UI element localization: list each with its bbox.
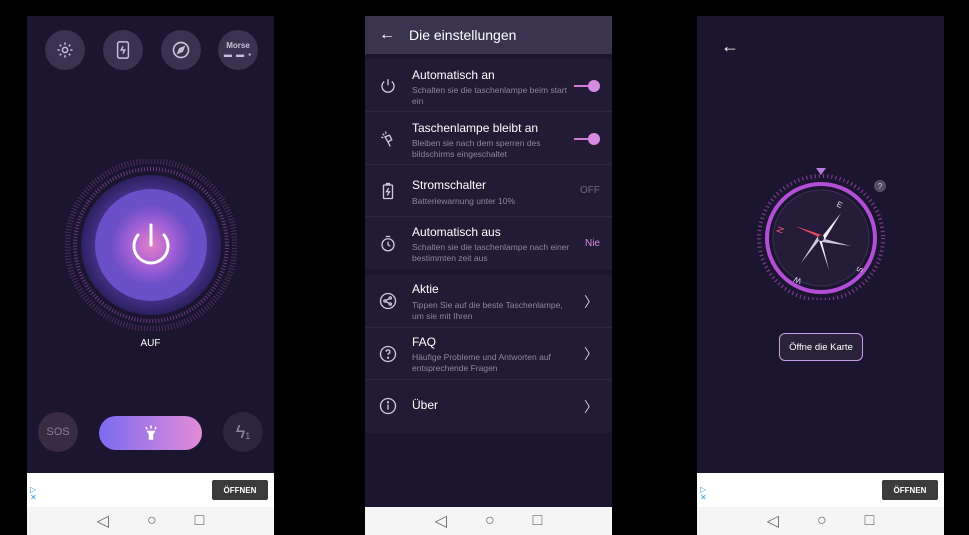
setting-share[interactable]: Aktie Tippen Sie auf die beste Taschenla…: [365, 275, 612, 328]
settings-screen: ← Die einstellungen Automatisch an Schal…: [365, 16, 612, 535]
share-icon: [379, 292, 397, 310]
android-navbar: ◁ ○ □: [697, 507, 944, 535]
flashlight-screen: Morse ▬ ▬ ▪ AUF SOS ϟ 1 ▷ ✕ ÖFFNEN ◁ ○ □: [27, 16, 274, 535]
setting-value-off: OFF: [580, 185, 600, 196]
help-button[interactable]: ?: [874, 180, 886, 192]
keep-on-toggle[interactable]: [574, 133, 600, 145]
page-title: Die einstellungen: [409, 27, 517, 43]
compass-screen: ← N E S W ? Öffne die Karte ▷ ✕ ÖFFNEN ◁…: [697, 16, 944, 535]
nav-home-icon[interactable]: ○: [485, 512, 495, 530]
chevron-right-icon: 〉: [584, 294, 598, 310]
flashlight-button[interactable]: [99, 416, 202, 450]
chevron-right-icon: 〉: [584, 399, 598, 415]
setting-title: Taschenlampe bleibt an: [412, 121, 539, 135]
help-icon: [379, 345, 397, 363]
nav-recents-icon[interactable]: □: [195, 512, 205, 530]
flashlight-icon: [381, 131, 393, 147]
ad-info-icon[interactable]: ▷ ✕: [700, 486, 707, 502]
settings-icon[interactable]: [45, 30, 85, 70]
setting-subtitle: Tippen Sie auf die beste Taschenlampe, u…: [412, 300, 563, 321]
ad-open-button[interactable]: ÖFFNEN: [212, 480, 268, 500]
nav-back-icon[interactable]: ◁: [435, 511, 447, 531]
setting-faq[interactable]: FAQ Häufige Probleme und Antworten auf e…: [365, 328, 612, 380]
power-button[interactable]: [64, 158, 238, 332]
timer-icon: [381, 235, 395, 252]
flashlight-icon: [144, 425, 157, 440]
strobe-button[interactable]: ϟ1: [223, 412, 263, 452]
power-state-label: AUF: [140, 338, 161, 349]
ad-open-button[interactable]: ÖFFNEN: [882, 480, 938, 500]
setting-auto-off[interactable]: Automatisch aus Schalten sie die taschen…: [365, 217, 612, 270]
open-map-button[interactable]: Öffne die Karte: [779, 333, 863, 361]
auto-on-toggle[interactable]: [574, 80, 600, 92]
sos-button[interactable]: SOS: [38, 412, 78, 452]
ad-info-icon[interactable]: ▷ ✕: [30, 486, 37, 502]
setting-title: FAQ: [412, 335, 437, 349]
morse-label: Morse: [226, 41, 250, 50]
nav-home-icon[interactable]: ○: [817, 512, 827, 530]
setting-title: Über: [412, 398, 439, 412]
south-label-icon: S: [854, 265, 864, 273]
setting-subtitle: Batteriewarnung unter 10%: [412, 196, 516, 206]
chevron-right-icon: 〉: [584, 346, 598, 362]
ad-banner[interactable]: ▷ ✕ ÖFFNEN: [27, 473, 274, 507]
setting-power-switch[interactable]: Stromschalter Batteriewarnung unter 10% …: [365, 165, 612, 217]
morse-dots-icon: ▬ ▬ ▪: [223, 50, 253, 59]
setting-subtitle: Häufige Probleme und Antworten auf entsp…: [412, 352, 551, 373]
nav-recents-icon[interactable]: □: [865, 512, 875, 530]
setting-keep-on[interactable]: Taschenlampe bleibt an Bleiben sie nach …: [365, 112, 612, 165]
nav-home-icon[interactable]: ○: [147, 512, 157, 530]
nav-back-icon[interactable]: ◁: [767, 511, 779, 531]
setting-title: Automatisch aus: [412, 225, 501, 239]
strobe-level: 1: [245, 431, 251, 441]
setting-auto-on[interactable]: Automatisch an Schalten sie die taschenl…: [365, 59, 612, 112]
compass-icon[interactable]: [161, 30, 201, 70]
android-navbar: ◁ ○ □: [365, 507, 612, 535]
android-navbar: ◁ ○ □: [27, 507, 274, 535]
settings-group-1: Automatisch an Schalten sie die taschenl…: [365, 59, 612, 270]
setting-value-nie: Nie: [584, 238, 600, 249]
setting-title: Aktie: [412, 282, 439, 296]
setting-subtitle: Schalten sie die taschenlampe nach einer…: [412, 242, 570, 263]
nav-recents-icon[interactable]: □: [533, 512, 543, 530]
battery-icon: [382, 182, 394, 200]
compass-dial: N E S W: [754, 166, 888, 302]
ad-banner[interactable]: ▷ ✕ ÖFFNEN: [697, 473, 944, 507]
setting-title: Automatisch an: [412, 68, 495, 82]
setting-subtitle: Bleiben sie nach dem sperren des bildsch…: [412, 138, 541, 159]
setting-title: Stromschalter: [412, 178, 487, 192]
nav-back-icon[interactable]: ◁: [97, 511, 109, 531]
settings-group-2: Aktie Tippen Sie auf die beste Taschenla…: [365, 275, 612, 433]
settings-header: ← Die einstellungen: [365, 16, 612, 54]
back-arrow-icon[interactable]: ←: [721, 36, 739, 57]
heading-marker-icon: [816, 168, 826, 175]
morse-button[interactable]: Morse ▬ ▬ ▪: [218, 30, 258, 70]
bolt-icon: ϟ: [235, 421, 246, 442]
screen-light-icon[interactable]: [103, 30, 143, 70]
power-icon: [381, 79, 395, 93]
setting-subtitle: Schalten sie die taschenlampe beim start…: [412, 85, 567, 106]
back-arrow-icon[interactable]: ←: [365, 26, 409, 44]
sos-label: SOS: [46, 426, 70, 438]
info-icon: [379, 397, 397, 415]
setting-about[interactable]: Über 〉: [365, 380, 612, 433]
